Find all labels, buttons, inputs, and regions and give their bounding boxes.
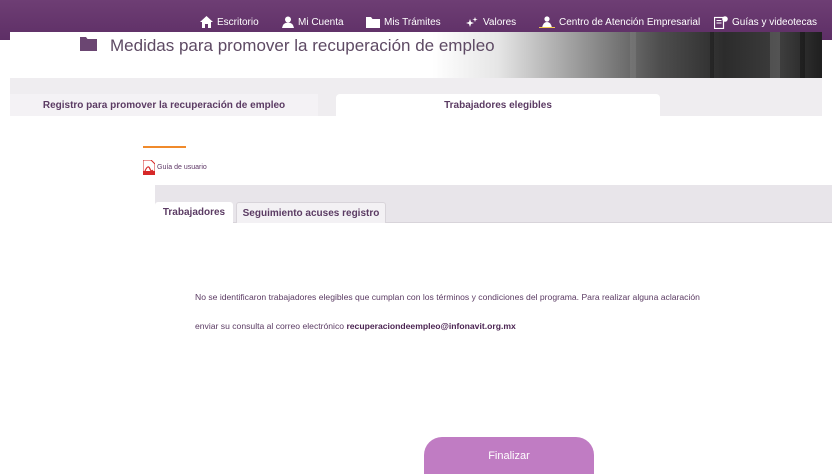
nav-item-valores[interactable]: Valores <box>465 14 516 30</box>
guide-link[interactable]: Guía de usuario <box>143 160 207 175</box>
tab-registro[interactable]: Registro para promover la recuperación d… <box>10 94 318 116</box>
nav-item-centro-atencion[interactable]: Centro de Atención Empresarial <box>539 14 700 30</box>
nav-label: Guías y videotecas <box>732 16 818 28</box>
guide-link-label: Guía de usuario <box>157 164 207 171</box>
folder-icon <box>80 37 97 51</box>
nav-label: Centro de Atención Empresarial <box>559 16 701 28</box>
nav-item-mis-tramites[interactable]: Mis Trámites <box>366 14 441 30</box>
guide-icon <box>714 15 728 29</box>
people-icon <box>539 16 555 28</box>
nav-label: Valores <box>483 16 517 28</box>
subtab-trabajadores[interactable]: Trabajadores <box>155 202 233 223</box>
sparkle-icon <box>466 17 478 27</box>
nav-item-mi-cuenta[interactable]: Mi Cuenta <box>282 14 344 30</box>
nav-label: Escritorio <box>217 16 259 28</box>
user-icon <box>282 16 294 28</box>
home-icon <box>200 16 213 28</box>
tab-trabajadores-elegibles[interactable]: Trabajadores elegibles <box>336 94 660 116</box>
nav-label: Mi Cuenta <box>298 16 344 28</box>
finalizar-button[interactable]: Finalizar <box>424 437 594 474</box>
nav-label: Mis Trámites <box>384 16 441 28</box>
folder-icon <box>366 17 380 28</box>
message-line-1: No se identificaron trabajadores elegibl… <box>195 292 700 302</box>
page-title: Medidas para promover la recuperación de… <box>110 36 495 55</box>
subtab-seguimiento[interactable]: Seguimiento acuses registro <box>236 202 386 223</box>
divider-accent <box>143 146 186 148</box>
message-prefix: enviar su consulta al correo electrónico <box>195 321 347 331</box>
nav-item-escritorio[interactable]: Escritorio <box>200 14 259 30</box>
contact-email[interactable]: recuperaciondeempleo@infonavit.org.mx <box>346 321 515 331</box>
message-line-2: enviar su consulta al correo electrónico… <box>195 321 516 331</box>
pdf-icon <box>143 160 155 175</box>
nav-item-guias[interactable]: Guías y videotecas <box>714 14 817 30</box>
